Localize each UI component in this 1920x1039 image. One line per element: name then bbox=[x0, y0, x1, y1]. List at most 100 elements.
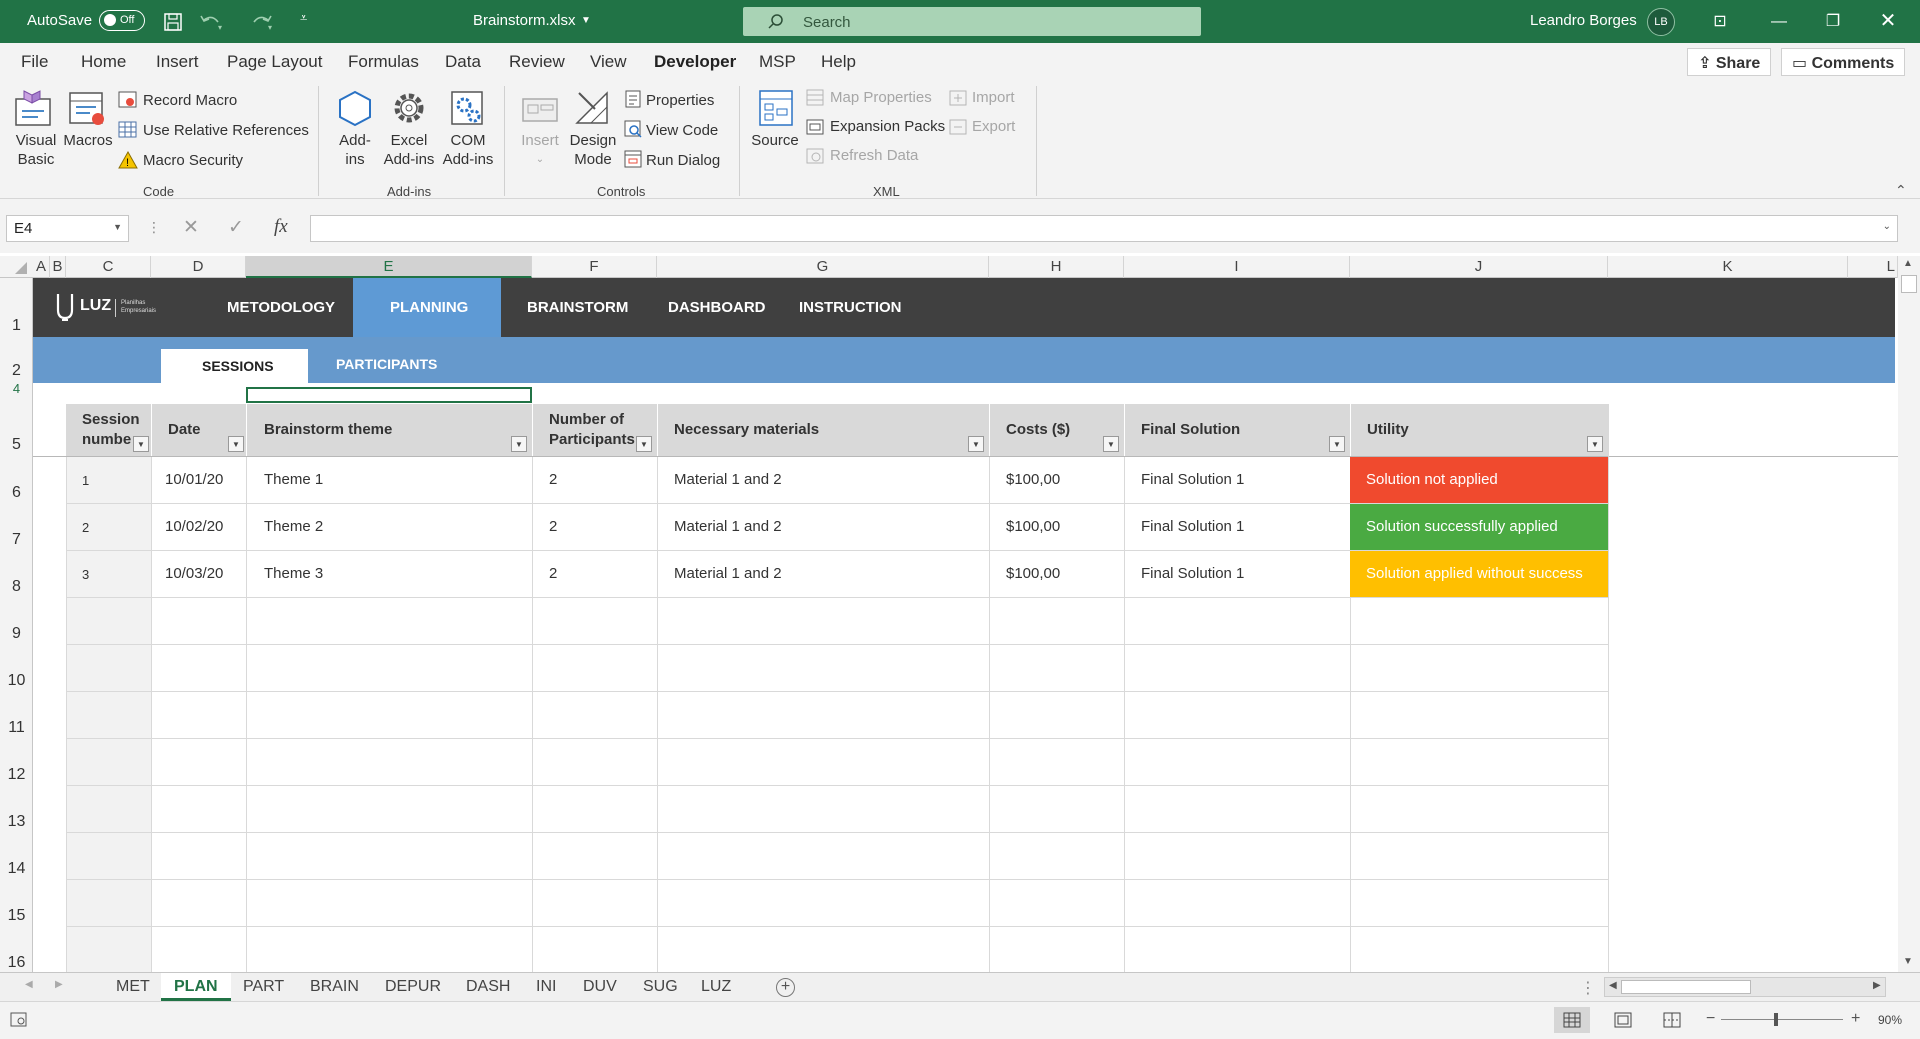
utility-badge-not-applied[interactable]: Solution not applied bbox=[1350, 457, 1608, 503]
column-header[interactable]: D bbox=[151, 256, 246, 278]
com-add-ins-icon[interactable] bbox=[448, 89, 488, 127]
collapse-ribbon-icon[interactable]: ⌃ bbox=[1895, 182, 1907, 199]
horizontal-scroll-thumb[interactable] bbox=[1621, 980, 1751, 994]
scroll-down-icon[interactable]: ▼ bbox=[1903, 956, 1913, 967]
row-header[interactable]: 14 bbox=[0, 860, 33, 878]
map-properties-button[interactable]: Map Properties bbox=[830, 89, 932, 106]
insert-controls-icon[interactable] bbox=[521, 91, 561, 127]
horizontal-scrollbar[interactable]: ◀ ▶ bbox=[1604, 977, 1886, 997]
row-header[interactable]: 6 bbox=[0, 484, 33, 502]
ribbon-display-icon[interactable]: ⊡ bbox=[1697, 0, 1743, 43]
zoom-slider-thumb[interactable] bbox=[1774, 1013, 1778, 1026]
table-cell-date[interactable]: 10/02/20 bbox=[165, 518, 223, 535]
table-cell-costs[interactable]: $100,00 bbox=[1006, 471, 1060, 488]
table-cell-final-solution[interactable]: Final Solution 1 bbox=[1141, 471, 1244, 488]
autosave-toggle[interactable]: Off bbox=[99, 10, 145, 31]
table-cell-theme[interactable]: Theme 3 bbox=[264, 565, 323, 582]
utility-badge-without-success[interactable]: Solution applied without success bbox=[1350, 551, 1608, 597]
filter-dropdown-icon[interactable]: ▼ bbox=[228, 436, 244, 452]
undo-icon[interactable]: ▾ bbox=[198, 12, 224, 32]
column-header[interactable]: A bbox=[33, 256, 50, 278]
filter-dropdown-icon[interactable]: ▼ bbox=[1329, 436, 1345, 452]
sheet-tab-depur[interactable]: DEPUR bbox=[385, 978, 441, 996]
tab-help[interactable]: Help bbox=[821, 52, 856, 72]
sheet-tab-luz[interactable]: LUZ bbox=[701, 978, 731, 996]
filter-dropdown-icon[interactable]: ▼ bbox=[133, 436, 149, 452]
user-name[interactable]: Leandro Borges bbox=[1530, 12, 1637, 29]
row-header[interactable]: 8 bbox=[0, 578, 33, 596]
sheet-tab-plan[interactable]: PLAN bbox=[174, 978, 218, 996]
table-cell-final-solution[interactable]: Final Solution 1 bbox=[1141, 565, 1244, 582]
save-icon[interactable] bbox=[163, 12, 183, 32]
row-header[interactable]: 13 bbox=[0, 813, 33, 831]
table-cell-session[interactable]: 2 bbox=[82, 520, 89, 535]
subnav-sessions[interactable]: SESSIONS bbox=[202, 358, 274, 374]
filter-dropdown-icon[interactable]: ▼ bbox=[1103, 436, 1119, 452]
header-necessary-materials[interactable]: Necessary materials bbox=[657, 404, 989, 456]
record-macro-button[interactable]: Record Macro bbox=[143, 92, 237, 109]
avatar[interactable]: LB bbox=[1647, 8, 1675, 36]
macro-recording-icon[interactable] bbox=[10, 1012, 28, 1028]
table-cell-date[interactable]: 10/01/20 bbox=[165, 471, 223, 488]
scroll-left-icon[interactable]: ◀ bbox=[1609, 980, 1617, 991]
sheet-tab-duv[interactable]: DUV bbox=[583, 978, 617, 996]
restore-icon[interactable]: ❐ bbox=[1810, 0, 1856, 43]
row-header[interactable]: 5 bbox=[0, 436, 33, 454]
macros-icon[interactable] bbox=[68, 91, 108, 127]
row-header[interactable]: 2 bbox=[0, 362, 33, 380]
table-cell-costs[interactable]: $100,00 bbox=[1006, 565, 1060, 582]
close-icon[interactable]: ✕ bbox=[1865, 0, 1911, 43]
column-header[interactable]: F bbox=[532, 256, 657, 278]
sheet-tab-brain[interactable]: BRAIN bbox=[310, 978, 359, 996]
insert-function-icon[interactable]: fx bbox=[274, 216, 288, 238]
prev-sheet-icon[interactable]: ◀ bbox=[25, 979, 33, 990]
table-cell-participants[interactable]: 2 bbox=[549, 518, 557, 535]
refresh-data-button[interactable]: Refresh Data bbox=[830, 147, 918, 164]
tab-home[interactable]: Home bbox=[81, 52, 126, 72]
select-all-icon[interactable] bbox=[14, 261, 28, 275]
filter-dropdown-icon[interactable]: ▼ bbox=[1587, 436, 1603, 452]
macros-button[interactable]: Macros bbox=[62, 131, 114, 150]
row-header[interactable]: 16 bbox=[0, 954, 33, 972]
sheet-tab-sug[interactable]: SUG bbox=[643, 978, 678, 996]
chevron-down-icon[interactable]: ▼ bbox=[581, 15, 591, 26]
name-box[interactable]: E4 ▼ bbox=[6, 215, 129, 242]
tab-insert[interactable]: Insert bbox=[156, 52, 199, 72]
table-cell-participants[interactable]: 2 bbox=[549, 565, 557, 582]
table-cell-materials[interactable]: Material 1 and 2 bbox=[674, 518, 782, 535]
minimize-icon[interactable]: — bbox=[1756, 0, 1802, 43]
vertical-scroll-thumb[interactable] bbox=[1901, 275, 1917, 293]
sheet-tab-met[interactable]: MET bbox=[116, 978, 150, 996]
use-relative-references-button[interactable]: Use Relative References bbox=[143, 122, 309, 139]
cancel-icon[interactable]: ✕ bbox=[183, 216, 199, 239]
nav-brainstorm[interactable]: BRAINSTORM bbox=[527, 299, 628, 316]
enter-icon[interactable]: ✓ bbox=[228, 216, 244, 239]
table-cell-final-solution[interactable]: Final Solution 1 bbox=[1141, 518, 1244, 535]
visual-basic-icon[interactable] bbox=[14, 89, 54, 127]
scroll-up-icon[interactable]: ▲ bbox=[1903, 258, 1913, 269]
more-options-icon[interactable]: ⋮ bbox=[147, 219, 161, 236]
share-button[interactable]: ⇪ Share bbox=[1687, 48, 1772, 76]
zoom-out-icon[interactable]: − bbox=[1706, 1010, 1715, 1028]
design-mode-icon[interactable] bbox=[573, 89, 613, 127]
sheet-tab-part[interactable]: PART bbox=[243, 978, 284, 996]
nav-metodology[interactable]: METODOLOGY bbox=[227, 299, 335, 316]
row-header[interactable]: 11 bbox=[0, 719, 33, 737]
file-name[interactable]: Brainstorm.xlsx bbox=[473, 12, 576, 29]
tab-msp[interactable]: MSP bbox=[759, 52, 796, 72]
nav-instruction[interactable]: INSTRUCTION bbox=[799, 299, 902, 316]
table-cell-costs[interactable]: $100,00 bbox=[1006, 518, 1060, 535]
utility-badge-success[interactable]: Solution successfully applied bbox=[1350, 504, 1608, 550]
page-break-view-icon[interactable] bbox=[1663, 1012, 1681, 1028]
customize-qat-icon[interactable]: ⩡ bbox=[300, 10, 307, 26]
column-header[interactable]: B bbox=[50, 256, 66, 278]
filter-dropdown-icon[interactable]: ▼ bbox=[968, 436, 984, 452]
row-header[interactable]: 9 bbox=[0, 625, 33, 643]
row-header-selected[interactable]: 4 bbox=[0, 382, 33, 395]
tab-data[interactable]: Data bbox=[445, 52, 481, 72]
search-box[interactable]: Search bbox=[743, 7, 1201, 36]
row-header[interactable]: 1 bbox=[0, 317, 33, 335]
add-ins-icon[interactable] bbox=[335, 89, 375, 127]
insert-controls-button[interactable]: Insert ⌄ bbox=[514, 131, 566, 169]
next-sheet-icon[interactable]: ▶ bbox=[55, 979, 63, 990]
